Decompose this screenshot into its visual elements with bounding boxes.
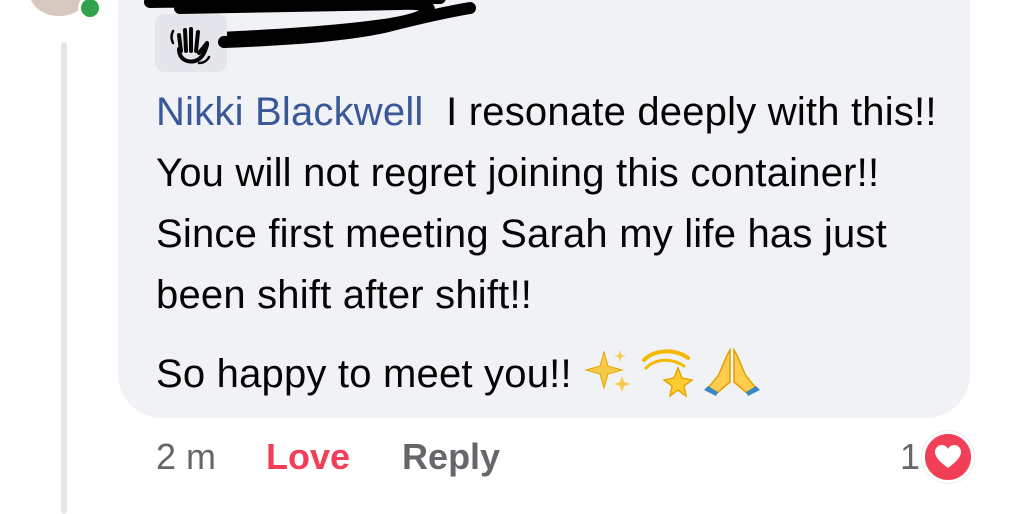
comment-body-second: So happy to meet you!!	[156, 352, 572, 396]
online-status-dot	[78, 0, 102, 20]
redaction-mark-tag	[218, 2, 476, 48]
heart-reaction-badge	[922, 431, 975, 483]
waving-hand-icon	[170, 27, 211, 65]
love-button[interactable]: Love	[266, 436, 350, 478]
reply-thread-line	[61, 42, 67, 514]
folded-hands-icon	[703, 347, 760, 397]
reply-button[interactable]: Reply	[402, 436, 500, 478]
sparkles-icon	[583, 350, 630, 393]
heart-icon	[935, 445, 962, 468]
emoji-row	[582, 346, 762, 399]
reactions-summary[interactable]: 1	[900, 431, 975, 483]
reaction-count: 1	[900, 436, 921, 477]
tag-chip[interactable]	[155, 14, 227, 72]
dizzy-star-icon	[641, 349, 694, 399]
comment-actions: 2 m Love Reply	[156, 432, 500, 482]
comment-paragraph-1: Nikki Blackwell I resonate deeply with t…	[156, 82, 956, 326]
comment-paragraph-2: So happy to meet you!!	[156, 344, 956, 405]
timestamp[interactable]: 2 m	[156, 436, 216, 478]
mention-link[interactable]: Nikki Blackwell	[156, 90, 424, 134]
comment-text: Nikki Blackwell I resonate deeply with t…	[156, 82, 956, 405]
